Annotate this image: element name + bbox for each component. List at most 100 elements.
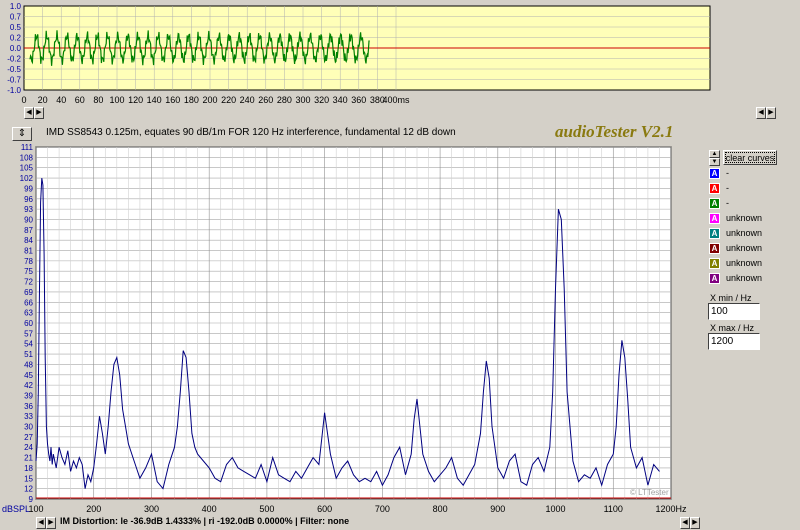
spectrum-x-tick-label: 500 — [259, 504, 274, 514]
time-plot-y-ticks: 1.0 0.70.5 0.20.0 -0.2-0.5 -0.7-1.0 — [7, 2, 21, 95]
spectrum-y-tick-label: 21 — [24, 454, 33, 463]
time-y-tick-label: -0.5 — [7, 65, 21, 74]
spectrum-y-tick-label: 105 — [20, 164, 34, 173]
spectrum-zoom-right-button[interactable]: ▶ — [690, 517, 700, 529]
time-x-tick-label: 360 — [351, 95, 366, 105]
spectrum-y-tick-label: 9 — [29, 495, 34, 504]
spectrum-x-tick-label: 900 — [490, 504, 505, 514]
clear-curves-button[interactable]: clear curves — [723, 150, 777, 165]
legend-spin-up-button[interactable]: ▲ — [709, 150, 720, 158]
spectrum-x-ticks: 100 200 300 400 500 600 700 800 900 1000 1100 1200H… — [28, 504, 687, 514]
legend-item[interactable]: A- — [709, 167, 799, 180]
time-zoom-right-button[interactable]: ▶ — [766, 107, 776, 119]
spectrum-y-tick-label: 39 — [24, 391, 33, 400]
legend-item[interactable]: Aunknown — [709, 272, 799, 285]
spectrum-y-tick-label: 60 — [24, 319, 33, 328]
xmin-input[interactable] — [708, 303, 760, 320]
status-text: IM Distortion: le -36.9dB 1.4333% | ri -… — [60, 516, 350, 526]
legend-item-label: - — [726, 198, 729, 208]
time-x-tick-label: 220 — [221, 95, 236, 105]
spectrum-y-tick-label: 96 — [24, 195, 33, 204]
spectrum-y-tick-label: 90 — [24, 215, 33, 224]
spectrum-plot: 1111081051029996939087848178757269666360… — [2, 143, 687, 514]
time-x-tick-label: 260 — [258, 95, 273, 105]
curve-color-swatch[interactable]: A — [709, 273, 720, 284]
curve-color-swatch[interactable]: A — [709, 183, 720, 194]
spectrum-x-tick-label: 800 — [433, 504, 448, 514]
time-x-tick-label: 20 — [38, 95, 48, 105]
time-x-tick-label: 120 — [128, 95, 143, 105]
time-x-tick-label: 280 — [277, 95, 292, 105]
time-scroll-left-button[interactable]: ◀ — [24, 107, 34, 119]
legend-item[interactable]: Aunknown — [709, 227, 799, 240]
time-x-tick-label: 80 — [93, 95, 103, 105]
spectrum-spin-button[interactable]: ⇕ — [12, 127, 32, 141]
spectrum-y-tick-label: 18 — [24, 464, 33, 473]
curve-color-swatch[interactable]: A — [709, 258, 720, 269]
curve-color-swatch[interactable]: A — [709, 228, 720, 239]
time-x-tick-label: 60 — [75, 95, 85, 105]
spectrum-x-tick-label: 100 — [28, 504, 43, 514]
spectrum-x-tick-label: 400 — [202, 504, 217, 514]
curve-color-swatch[interactable]: A — [709, 243, 720, 254]
xmin-label: X min / Hz — [710, 293, 752, 303]
legend-item[interactable]: Aunknown — [709, 212, 799, 225]
curve-color-swatch[interactable]: A — [709, 198, 720, 209]
time-domain-plot: 1.0 0.70.5 0.20.0 -0.2-0.5 -0.7-1.0 0 20 40 60 8… — [7, 2, 711, 105]
curve-color-swatch[interactable]: A — [709, 168, 720, 179]
spectrum-y-tick-label: 87 — [24, 226, 33, 235]
spectrum-zoom-left-button[interactable]: ◀ — [680, 517, 690, 529]
spectrum-y-tick-label: 69 — [24, 288, 33, 297]
xmax-label: X max / Hz — [710, 323, 755, 333]
time-x-tick-label: 100 — [109, 95, 124, 105]
time-x-tick-label: 160 — [165, 95, 180, 105]
legend-item[interactable]: A- — [709, 182, 799, 195]
spectrum-scroll-left-button[interactable]: ◀ — [36, 517, 46, 529]
spectrum-y-tick-label: 63 — [24, 309, 33, 318]
time-x-tick-label: 140 — [147, 95, 162, 105]
time-y-tick-label: 0.0 — [10, 44, 22, 53]
app-brand: audioTester V2.1 — [555, 122, 674, 141]
time-zoom-left-button[interactable]: ◀ — [756, 107, 766, 119]
spectrum-y-tick-label: 24 — [24, 443, 33, 452]
spectrum-x-tick-label: 200 — [86, 504, 101, 514]
spectrum-y-axis-label: dBSPL — [2, 504, 30, 514]
legend-item-label: unknown — [726, 258, 763, 268]
legend-item-label: unknown — [726, 228, 763, 238]
spectrum-x-tick-label: 1200Hz — [655, 504, 687, 514]
time-x-tick-label: 300 — [295, 95, 310, 105]
time-y-tick-label: 1.0 — [10, 2, 22, 11]
time-y-tick-label: 0.2 — [10, 34, 22, 43]
spectrum-y-tick-label: 75 — [24, 267, 33, 276]
spectrum-y-tick-label: 84 — [24, 236, 33, 245]
spectrum-y-tick-label: 57 — [24, 329, 33, 338]
up-down-arrows-icon: ⇕ — [17, 128, 27, 139]
time-x-tick-label: 240 — [240, 95, 255, 105]
legend-spin-down-button[interactable]: ▼ — [709, 158, 720, 166]
time-y-tick-label: -1.0 — [7, 86, 21, 95]
legend-item[interactable]: Aunknown — [709, 242, 799, 255]
spectrum-x-tick-label: 600 — [317, 504, 332, 514]
spectrum-y-tick-label: 33 — [24, 412, 33, 421]
spectrum-scroll-right-button[interactable]: ▶ — [46, 517, 56, 529]
legend-item[interactable]: Aunknown — [709, 257, 799, 270]
curve-color-swatch[interactable]: A — [709, 213, 720, 224]
spectrum-title: IMD SS8543 0.125m, equates 90 dB/1m FOR … — [46, 127, 456, 138]
spectrum-y-ticks: 111108 10510299 969390 8784 817875 726966 6360… — [2, 143, 34, 514]
legend-item-label: - — [726, 168, 729, 178]
time-scroll-right-button[interactable]: ▶ — [34, 107, 44, 119]
time-y-tick-label: -0.7 — [7, 76, 21, 85]
xmax-input[interactable] — [708, 333, 760, 350]
spectrum-y-tick-label: 27 — [24, 433, 33, 442]
time-x-tick-label: 200 — [202, 95, 217, 105]
time-x-tick-label: 400ms — [382, 95, 410, 105]
time-plot-x-ticks: 0 20 40 60 80 100 120 140 160 180 200 220 240 260 280 3… — [21, 95, 410, 105]
watermark: © LTTester — [630, 488, 669, 497]
spectrum-y-tick-label: 12 — [24, 485, 33, 494]
spectrum-y-tick-label: 51 — [24, 350, 33, 359]
spectrum-y-tick-label: 30 — [24, 423, 33, 432]
legend-item[interactable]: A- — [709, 197, 799, 210]
spectrum-y-tick-label: 66 — [24, 298, 33, 307]
time-x-tick-label: 0 — [21, 95, 26, 105]
time-x-tick-label: 180 — [184, 95, 199, 105]
